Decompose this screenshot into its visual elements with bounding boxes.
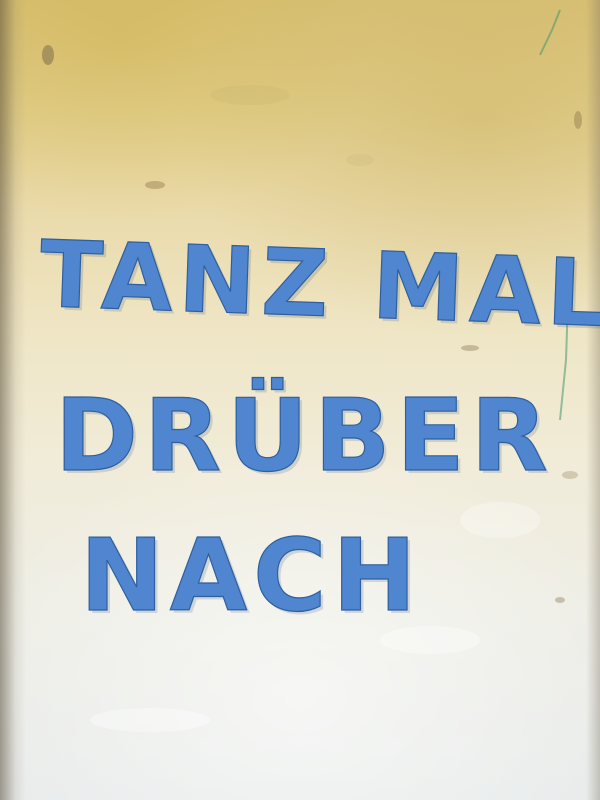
graffiti-line-2: DRÜBER — [55, 377, 554, 494]
plaster-wall-photo: TANZ MAL TANZ MAL DRÜBER DRÜBER NACH NAC… — [0, 0, 600, 800]
graffiti-line-1: TANZ MAL — [38, 221, 600, 348]
graffiti-text: TANZ MAL TANZ MAL DRÜBER DRÜBER NACH NAC… — [38, 220, 600, 637]
graffiti-line-3: NACH — [80, 517, 422, 634]
